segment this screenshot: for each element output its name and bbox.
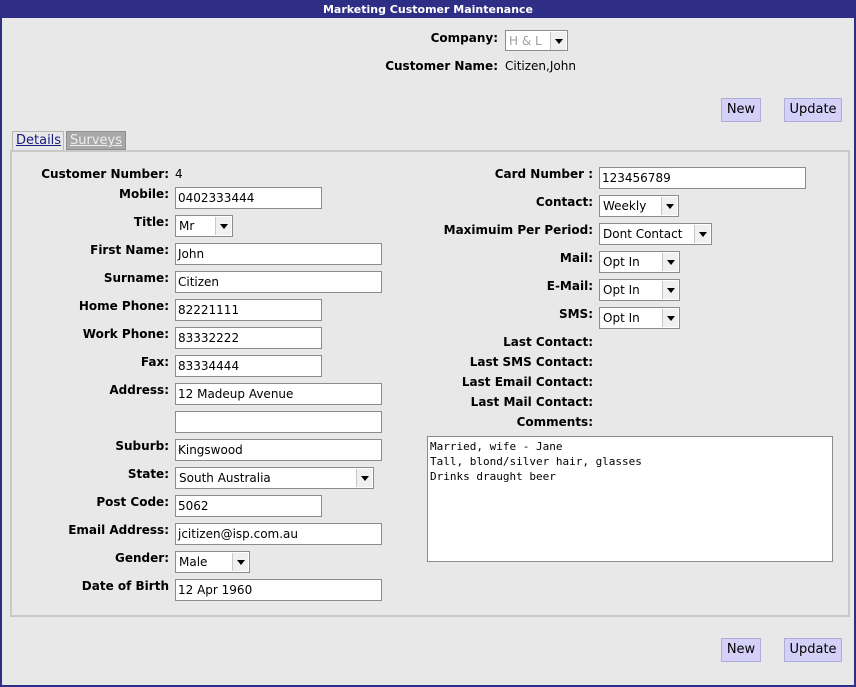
first-name-label: First Name:: [90, 243, 169, 257]
customer-name-label: Customer Name:: [385, 59, 498, 73]
mobile-label: Mobile:: [119, 187, 169, 201]
gender-select[interactable]: Male: [175, 551, 250, 573]
last-email-contact-label: Last Email Contact:: [461, 375, 593, 389]
comments-label: Comments:: [516, 415, 593, 429]
home-phone-field[interactable]: 82221111: [175, 299, 322, 321]
mail-select-value: Opt In: [603, 255, 640, 269]
chevron-down-icon: [661, 197, 677, 215]
chevron-down-icon: [232, 553, 248, 571]
new-button-bottom[interactable]: New: [721, 638, 761, 662]
mobile-field[interactable]: 0402333444: [175, 187, 322, 209]
title-label: Title:: [133, 215, 169, 229]
chevron-down-icon: [662, 309, 678, 327]
last-contact-label: Last Contact:: [503, 335, 593, 349]
main-window: Marketing Customer Maintenance Company: …: [0, 0, 856, 687]
title-select-value: Mr: [179, 219, 195, 233]
customer-name-value: Citizen,John: [505, 59, 576, 73]
fax-field[interactable]: 83334444: [175, 355, 322, 377]
contact-select[interactable]: Weekly: [599, 195, 679, 217]
surname-field[interactable]: Citizen: [175, 271, 382, 293]
comments-textarea[interactable]: Married, wife - Jane Tall, blond/silver …: [427, 436, 833, 562]
chevron-down-icon: [662, 253, 678, 271]
work-phone-field[interactable]: 83332222: [175, 327, 322, 349]
chevron-down-icon: [694, 225, 710, 243]
dob-field[interactable]: 12 Apr 1960: [175, 579, 382, 601]
email-pref-label: E-Mail:: [546, 279, 593, 293]
card-number-field[interactable]: 123456789: [599, 167, 806, 189]
email-address-field[interactable]: jcitizen@isp.com.au: [175, 523, 382, 545]
company-select-value: H & L: [509, 34, 542, 48]
state-select[interactable]: South Australia: [175, 467, 374, 489]
post-code-label: Post Code:: [96, 495, 169, 509]
tab-surveys[interactable]: Surveys: [66, 131, 126, 150]
contact-select-value: Weekly: [603, 199, 647, 213]
email-address-label: Email Address:: [68, 523, 169, 537]
state-select-value: South Australia: [179, 471, 271, 485]
surname-label: Surname:: [103, 271, 169, 285]
mail-label: Mail:: [559, 251, 593, 265]
company-select[interactable]: H & L: [505, 30, 568, 51]
email-pref-select-value: Opt In: [603, 283, 640, 297]
sms-select-value: Opt In: [603, 311, 640, 325]
last-sms-contact-label: Last SMS Contact:: [469, 355, 593, 369]
chevron-down-icon: [550, 32, 566, 50]
customer-number-value: 4: [175, 167, 183, 181]
home-phone-label: Home Phone:: [78, 299, 169, 313]
state-label: State:: [127, 467, 169, 481]
address-line1-field[interactable]: 12 Madeup Avenue: [175, 383, 382, 405]
window-title: Marketing Customer Maintenance: [2, 2, 854, 18]
chevron-down-icon: [356, 469, 372, 487]
address-line2-field[interactable]: [175, 411, 382, 433]
company-label: Company:: [430, 31, 498, 45]
gender-label: Gender:: [115, 551, 169, 565]
chevron-down-icon: [215, 217, 231, 235]
update-button-top[interactable]: Update: [784, 98, 842, 122]
contact-label: Contact:: [535, 195, 593, 209]
update-button-bottom[interactable]: Update: [784, 638, 842, 662]
max-per-period-select-value: Dont Contact: [603, 227, 683, 241]
tab-details[interactable]: Details: [12, 131, 64, 150]
sms-select[interactable]: Opt In: [599, 307, 680, 329]
card-number-label: Card Number :: [494, 167, 593, 181]
max-per-period-label: Maximuim Per Period:: [443, 223, 593, 237]
fax-label: Fax:: [140, 355, 169, 369]
chevron-down-icon: [662, 281, 678, 299]
sms-label: SMS:: [558, 307, 593, 321]
last-mail-contact-label: Last Mail Contact:: [470, 395, 593, 409]
gender-select-value: Male: [179, 555, 208, 569]
new-button-top[interactable]: New: [721, 98, 761, 122]
customer-number-label: Customer Number:: [41, 167, 169, 181]
post-code-field[interactable]: 5062: [175, 495, 322, 517]
suburb-label: Suburb:: [115, 439, 169, 453]
max-per-period-select[interactable]: Dont Contact: [599, 223, 712, 245]
email-pref-select[interactable]: Opt In: [599, 279, 680, 301]
first-name-field[interactable]: John: [175, 243, 382, 265]
work-phone-label: Work Phone:: [82, 327, 169, 341]
title-select[interactable]: Mr: [175, 215, 233, 237]
dob-label: Date of Birth: [81, 579, 169, 593]
address-label: Address:: [109, 383, 169, 397]
mail-select[interactable]: Opt In: [599, 251, 680, 273]
suburb-field[interactable]: Kingswood: [175, 439, 382, 461]
